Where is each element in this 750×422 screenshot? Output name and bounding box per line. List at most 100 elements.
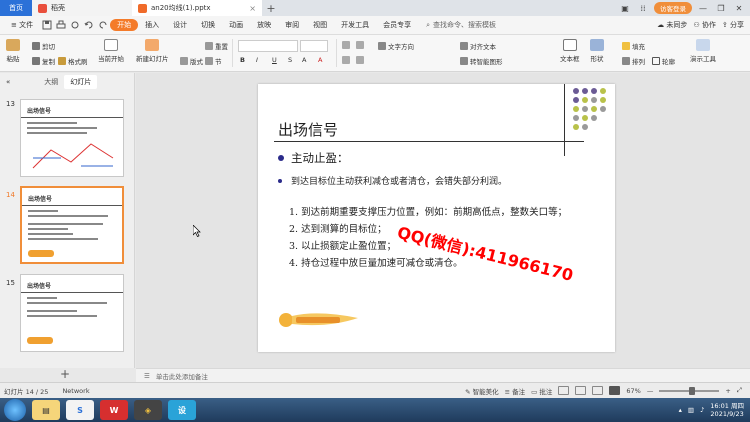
menu-vip[interactable]: 会员专享 [376,20,418,30]
menu-design[interactable]: 设计 [166,20,194,30]
menu-review[interactable]: 审阅 [278,20,306,30]
menu-developer[interactable]: 开发工具 [334,20,376,30]
slide-canvas[interactable]: 出场信号 主动止盈： 到达目标位主动获利减仓或者清仓，会错失部分利润。 1. 到… [136,73,750,368]
network-tray-icon[interactable]: ▥ [688,406,694,414]
tab-home[interactable]: 首页 [0,0,32,16]
tab-slides[interactable]: 幻灯片 [64,75,98,89]
zoom-out-button[interactable]: — [647,387,654,395]
wps-icon[interactable]: W [100,400,128,420]
list-numbers-button[interactable] [356,41,364,49]
normal-view-button[interactable] [558,386,570,395]
new-slide-button[interactable]: 新建幻灯片 [136,39,169,63]
italic-button[interactable]: I [256,56,258,64]
add-slide-button[interactable]: + [60,367,70,381]
minimize-button[interactable]: — [696,4,710,13]
align-text-button[interactable]: 对齐文本 [460,41,496,51]
font-color-button[interactable]: A [318,56,322,64]
system-clock[interactable]: 16:01 周四 2021/9/23 [710,402,744,418]
list-bullets-button[interactable] [342,41,350,49]
close-window-button[interactable]: ✕ [732,4,746,13]
comments-button[interactable]: ▭ 批注 [531,386,552,396]
paste-button[interactable]: 粘贴 [6,39,20,63]
bold-button[interactable]: B [240,56,245,64]
undo-icon[interactable] [84,20,94,30]
smartart-button[interactable]: 转智能图形 [460,56,503,66]
strikethrough-button[interactable]: A [302,56,306,64]
app-blue-icon[interactable]: 设 [168,400,196,420]
collapse-panel-icon[interactable]: « [0,78,16,86]
format-painter-button[interactable]: 格式刷 [58,56,88,66]
file-explorer-icon[interactable]: ▤ [32,400,60,420]
command-search[interactable]: ⌕ 查找命令、搜索模板 [426,20,496,30]
preview-icon[interactable] [70,20,80,30]
copy-icon [32,57,40,65]
tab-document[interactable]: an20均线(1).pptx × [132,0,262,16]
reading-view-button[interactable] [592,386,604,395]
slide-thumbnail-13[interactable]: 出场信号 [20,99,124,177]
align-left-button[interactable] [342,56,350,64]
zoom-level[interactable]: 67% [626,387,640,395]
collab-button[interactable]: ⚇ 协作 [693,20,716,30]
sorter-view-button[interactable] [575,386,587,395]
presentation-tools-button[interactable]: 演示工具 [690,39,716,63]
font-family-select[interactable] [238,40,298,52]
slide-number: 15 [6,279,15,287]
new-tab-button[interactable]: + [262,2,280,15]
layout-button[interactable]: 版式 [180,56,203,66]
current-slide[interactable]: 出场信号 主动止盈： 到达目标位主动获利减仓或者清仓，会错失部分利润。 1. 到… [258,84,615,352]
copy-button[interactable]: 复制 [32,56,55,66]
text-direction-button[interactable]: 文字方向 [378,41,414,51]
start-button[interactable] [4,399,26,421]
align-center-button[interactable] [356,56,364,64]
outline-button[interactable]: 轮廓 [652,56,675,66]
tray-expand-icon[interactable]: ▴ [679,406,682,414]
volume-icon[interactable]: ♪ [700,406,704,414]
menu-view[interactable]: 视图 [306,20,334,30]
tab-outline[interactable]: 大纲 [38,75,64,89]
notes-toggle-icon[interactable]: ☰ [144,372,150,380]
shadow-button[interactable]: S [288,56,292,64]
zoom-in-button[interactable]: + [725,387,730,395]
layout-icon[interactable]: ▣ [618,4,632,13]
maximize-button[interactable]: ❐ [714,4,728,13]
print-icon[interactable] [56,20,66,30]
slide-title[interactable]: 出场信号 [278,119,338,140]
bullet-sub[interactable]: 到达目标位主动获利减仓或者清仓，会错失部分利润。 [278,174,507,187]
close-tab-icon[interactable]: × [249,4,256,13]
share-button[interactable]: ⇪ 分享 [722,20,744,30]
app-icon[interactable]: ◈ [134,400,162,420]
fill-button[interactable]: 填充 [622,41,645,51]
shape-button[interactable]: 形状 [590,39,604,63]
textbox-button[interactable]: 文本框 [560,39,580,63]
menu-insert[interactable]: 插入 [138,20,166,30]
zoom-slider-knob[interactable] [689,386,696,395]
browser-icon[interactable]: S [66,400,94,420]
beautify-button[interactable]: ✎ 智能美化 [465,386,499,396]
zoom-slider[interactable] [659,386,720,395]
apps-icon[interactable]: ⁞⁞ [636,4,650,13]
play-slideshow-button[interactable] [609,386,621,395]
notes-pane[interactable]: ☰ 单击此处添加备注 [136,368,750,382]
notes-button[interactable]: ≡ 备注 [505,386,526,396]
menu-slideshow[interactable]: 放映 [250,20,278,30]
sync-status[interactable]: ☁ 未同步 [657,20,687,30]
menu-transition[interactable]: 切换 [194,20,222,30]
arrange-button[interactable]: 排列 [622,56,645,66]
underline-button[interactable]: U [272,56,277,64]
tab-docer[interactable]: 稻壳 [32,0,132,16]
slide-thumbnail-15[interactable]: 出场信号 [20,274,124,352]
section-button[interactable]: 节 [205,56,222,66]
fit-window-icon[interactable]: ⤢ [737,386,742,395]
login-button[interactable]: 访客登录 [654,2,692,14]
cut-button[interactable]: 剪切 [32,41,55,51]
redo-icon[interactable] [98,20,108,30]
menu-file[interactable]: ≡ 文件 [4,20,40,30]
menu-start[interactable]: 开始 [110,19,139,31]
bullet-main[interactable]: 主动止盈： [278,150,349,166]
save-icon[interactable] [42,20,52,30]
font-size-select[interactable] [300,40,328,52]
from-current-button[interactable]: 当前开始 [98,39,124,63]
menu-animation[interactable]: 动画 [222,20,250,30]
slide-thumbnail-14[interactable]: 出场信号 [20,186,124,264]
reset-button[interactable]: 重置 [205,41,228,51]
